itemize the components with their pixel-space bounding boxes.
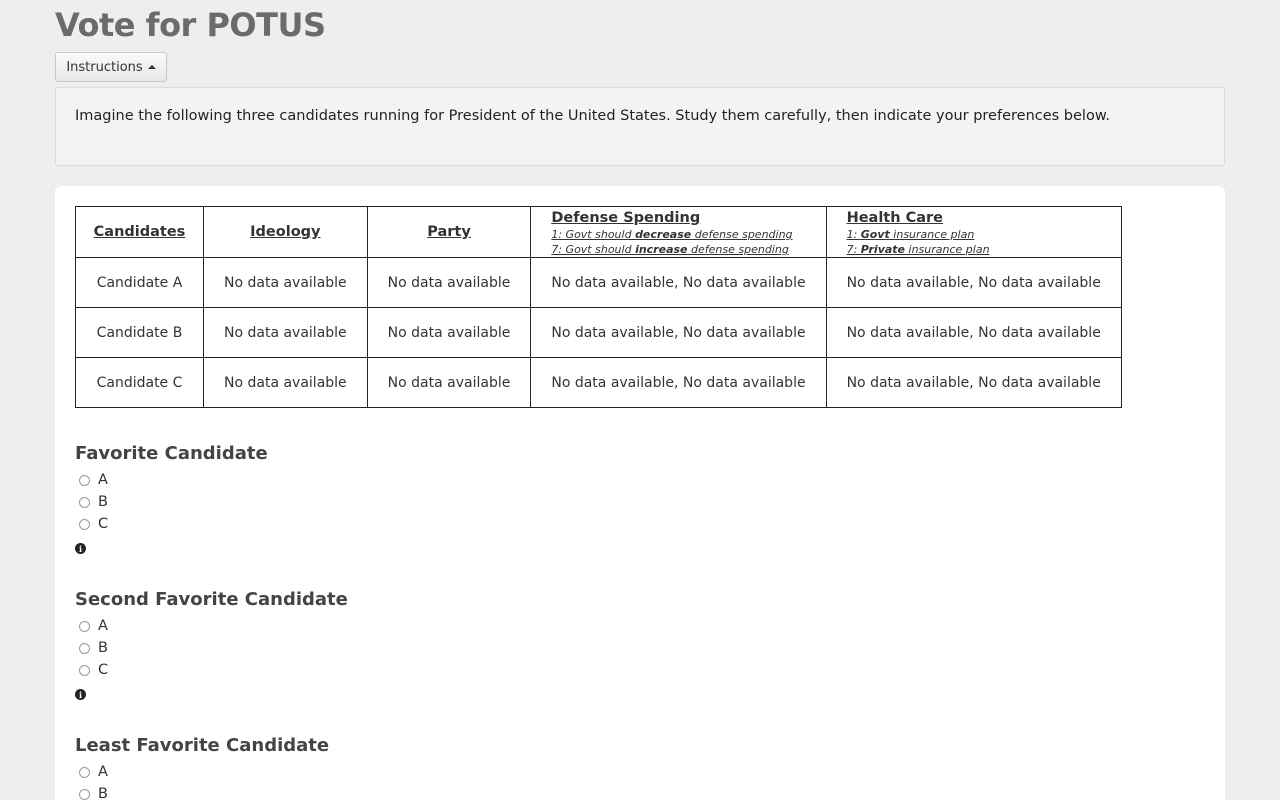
option-label: A (98, 472, 108, 488)
cell-ideology: No data available (203, 257, 368, 308)
question-title: Second Favorite Candidate (75, 589, 348, 610)
table-row: Candidate B No data available No data av… (75, 307, 1122, 358)
cell-candidate: Candidate A (75, 257, 204, 308)
candidates-table: Candidates Ideology Party Defense Spendi… (75, 206, 1122, 408)
survey-card: Candidates Ideology Party Defense Spendi… (55, 186, 1225, 800)
cell-ideology: No data available (203, 357, 368, 408)
radio-button[interactable] (79, 642, 90, 654)
option-label: B (98, 786, 108, 800)
option-label: C (98, 662, 109, 678)
option-b[interactable]: B (75, 783, 329, 800)
info-icon[interactable]: i (75, 689, 86, 700)
radio-button[interactable] (79, 474, 90, 486)
header-candidates: Candidates (75, 206, 204, 258)
option-c[interactable]: C (75, 659, 348, 681)
page-title: Vote for POTUS (55, 6, 326, 44)
cell-ideology: No data available (203, 307, 368, 358)
option-b[interactable]: B (75, 491, 268, 513)
instructions-button[interactable]: Instructions (55, 52, 167, 82)
table-row: Candidate A No data available No data av… (75, 257, 1122, 308)
option-label: C (98, 516, 109, 532)
question-least-favorite: Least Favorite Candidate A B (75, 735, 329, 800)
radio-button[interactable] (79, 496, 90, 508)
question-title: Least Favorite Candidate (75, 735, 330, 756)
question-title: Favorite Candidate (75, 443, 268, 464)
radio-button[interactable] (79, 620, 90, 632)
cell-health: No data available, No data available (825, 257, 1122, 308)
cell-health: No data available, No data available (825, 357, 1122, 408)
header-party: Party (366, 206, 532, 258)
cell-party: No data available (366, 257, 532, 308)
option-a[interactable]: A (75, 615, 348, 637)
cell-candidate: Candidate B (75, 307, 204, 358)
option-a[interactable]: A (75, 761, 329, 783)
cell-candidate: Candidate C (75, 357, 204, 408)
caret-up-icon (147, 65, 156, 69)
cell-defense: No data available, No data available (530, 257, 827, 308)
cell-health: No data available, No data available (825, 307, 1122, 358)
header-defense-title: Defense Spending (551, 210, 701, 226)
question-favorite: Favorite Candidate A B C i (75, 443, 268, 556)
cell-defense: No data available, No data available (530, 307, 827, 358)
cell-party: No data available (366, 307, 532, 358)
radio-button[interactable] (79, 788, 90, 800)
info-icon[interactable]: i (75, 543, 86, 554)
question-second-favorite: Second Favorite Candidate A B C i (75, 589, 348, 702)
radio-button[interactable] (79, 518, 90, 530)
option-c[interactable]: C (75, 513, 268, 535)
page: Vote for POTUS Instructions Imagine the … (0, 0, 1280, 800)
option-label: A (98, 764, 108, 780)
radio-button[interactable] (79, 766, 90, 778)
cell-party: No data available (366, 357, 532, 408)
option-label: B (98, 494, 108, 510)
instructions-text: Imagine the following three candidates r… (75, 108, 1110, 124)
header-defense-note-7: 7: Govt should increase defense spending (551, 243, 789, 256)
instructions-panel: Imagine the following three candidates r… (55, 87, 1225, 166)
instructions-button-label: Instructions (66, 59, 143, 75)
header-ideology: Ideology (203, 206, 368, 258)
cell-defense: No data available, No data available (530, 357, 827, 408)
option-label: A (98, 618, 108, 634)
radio-button[interactable] (79, 664, 90, 676)
option-b[interactable]: B (75, 637, 348, 659)
option-label: B (98, 640, 108, 656)
header-health-note-7: 7: Private insurance plan (846, 243, 990, 256)
header-health-care: Health Care 1: Govt insurance plan 7: Pr… (825, 206, 1122, 258)
option-a[interactable]: A (75, 469, 268, 491)
header-defense-note-1: 1: Govt should decrease defense spending (551, 228, 793, 241)
header-defense-spending: Defense Spending 1: Govt should decrease… (530, 206, 827, 258)
header-health-note-1: 1: Govt insurance plan (846, 228, 975, 241)
table-row: Candidate C No data available No data av… (75, 357, 1122, 408)
table-header-row: Candidates Ideology Party Defense Spendi… (75, 206, 1122, 258)
header-health-title: Health Care (846, 210, 944, 226)
